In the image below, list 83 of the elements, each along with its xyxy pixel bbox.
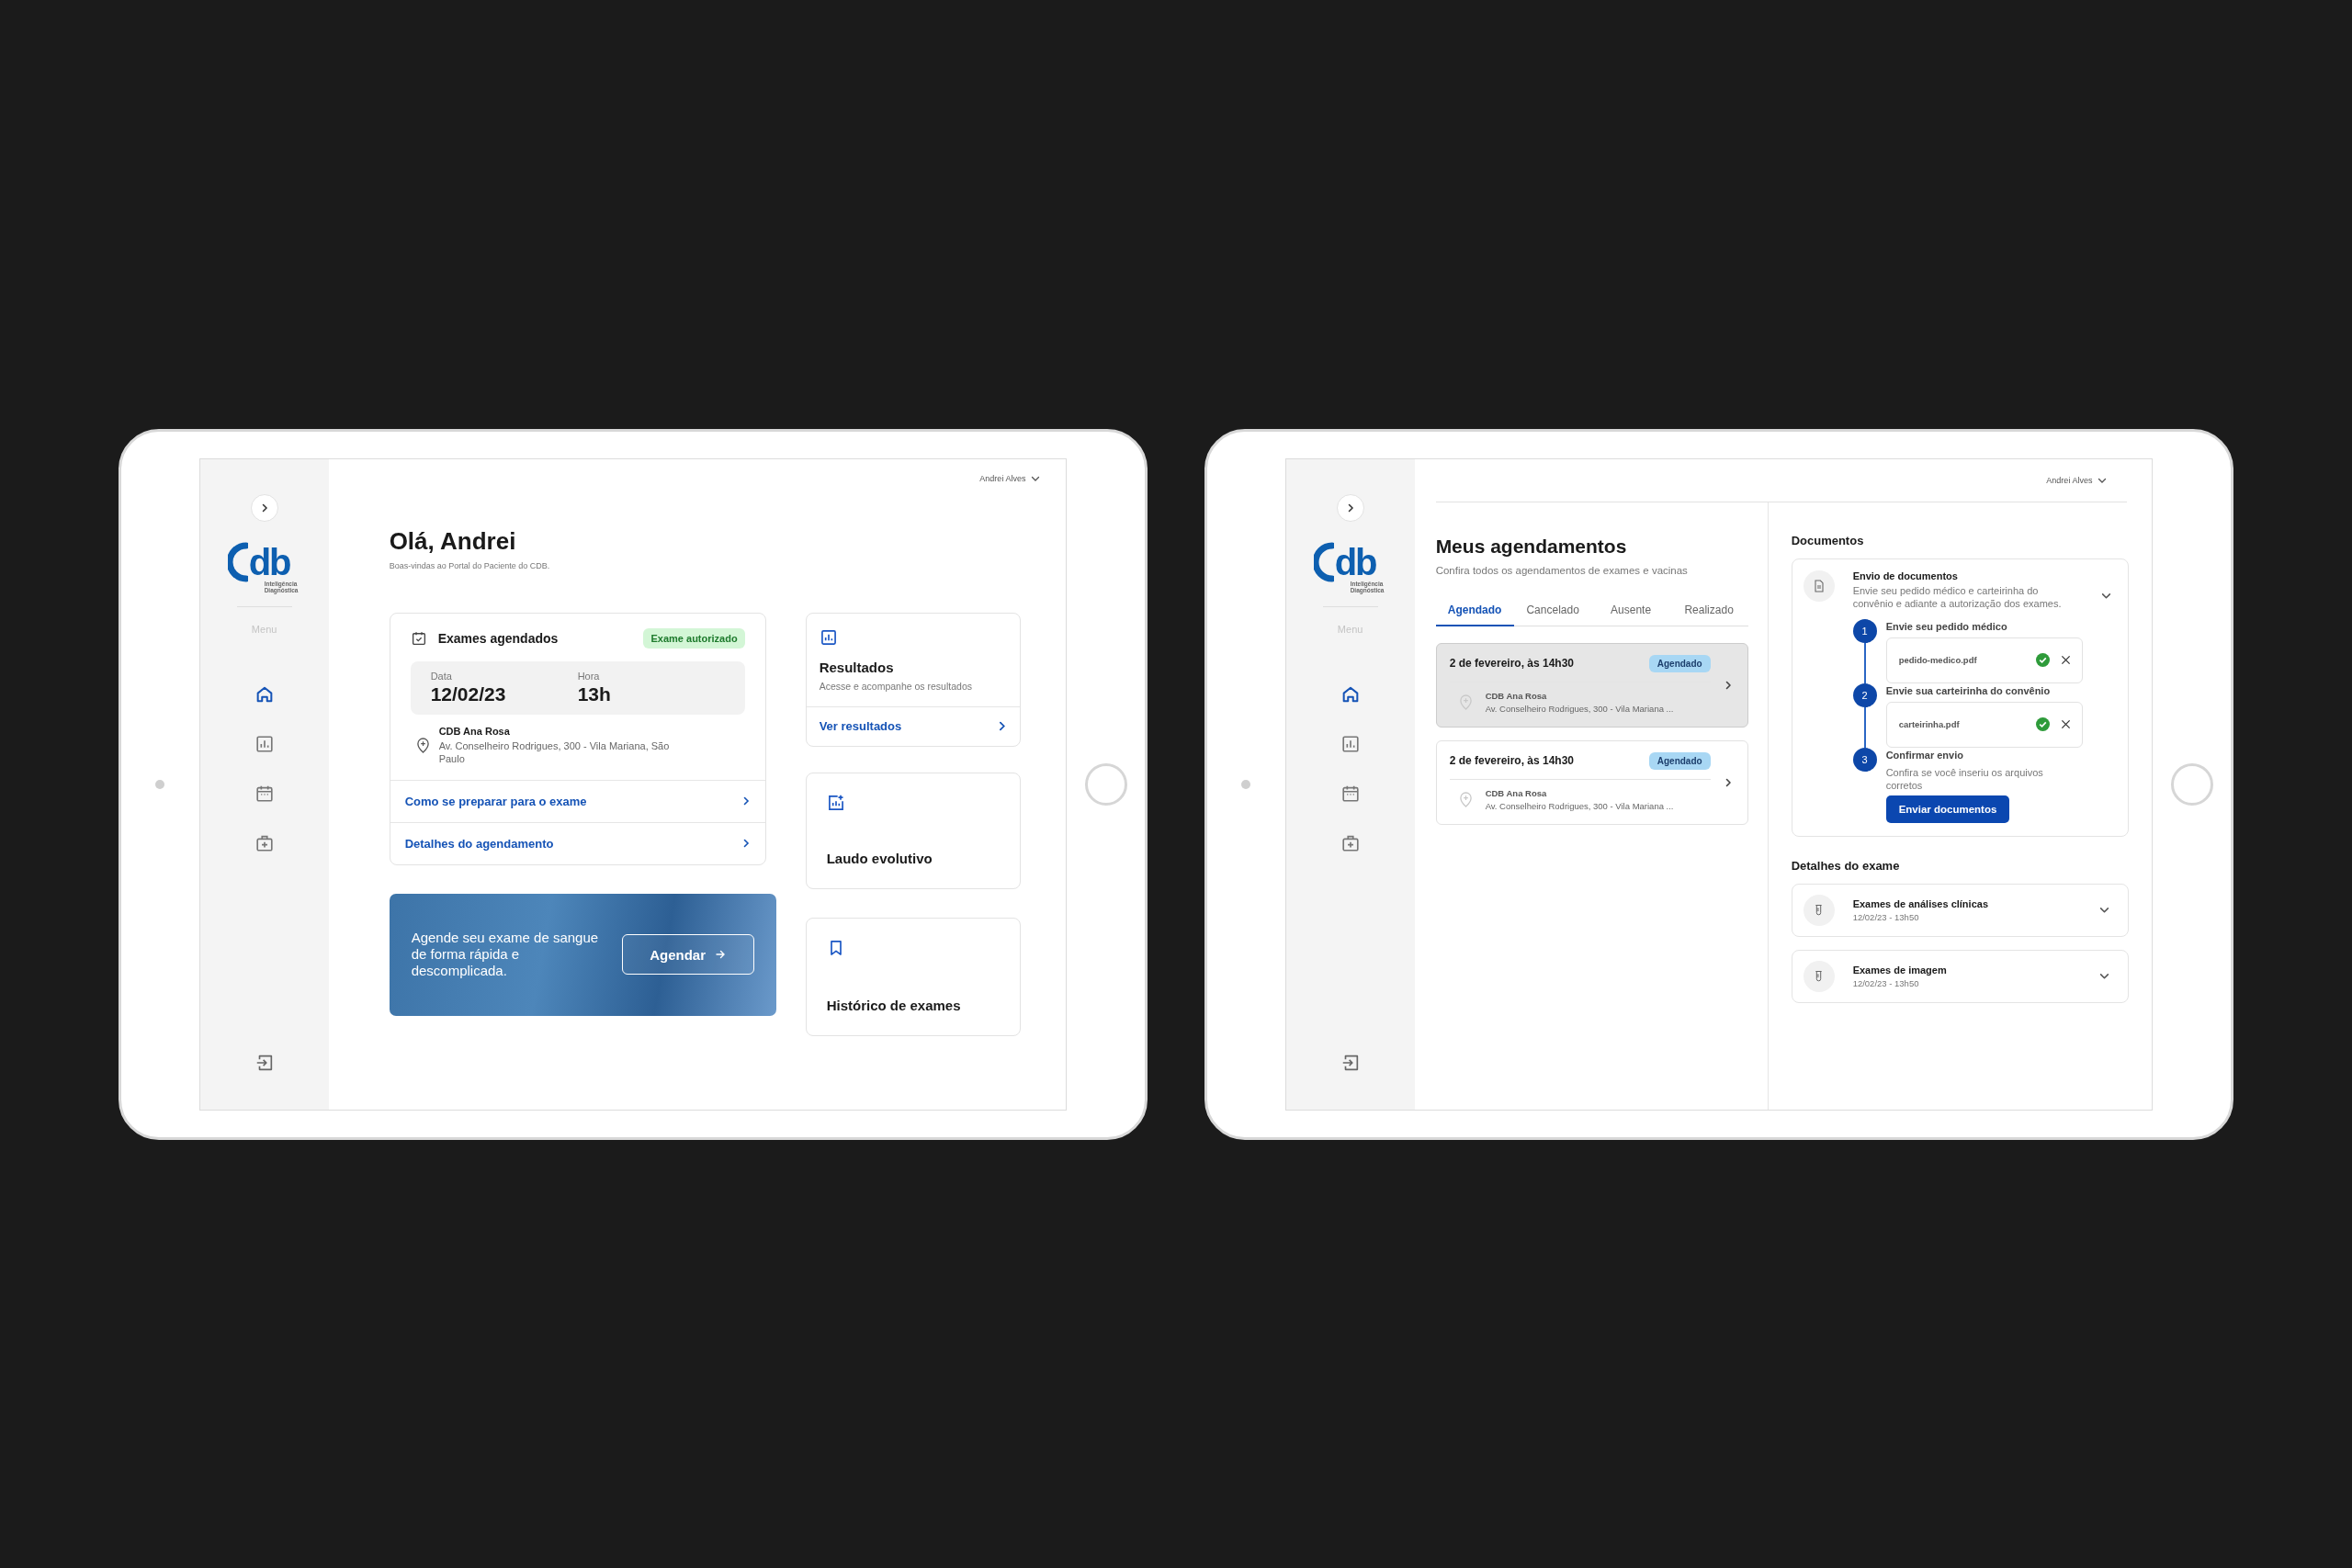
step-number: 2 bbox=[1852, 682, 1877, 707]
location-pin-icon bbox=[415, 737, 430, 753]
appointment-date: 2 de fevereiro, às 14h30 bbox=[1449, 754, 1575, 767]
chevron-down-icon bbox=[2099, 905, 2110, 915]
bar-chart-icon bbox=[1340, 733, 1361, 754]
view-results-link[interactable]: Ver resultados bbox=[806, 705, 1020, 746]
clinic-address: Av. Conselheiro Rodrigues, 300 - Vila Mariana ... bbox=[1485, 800, 1674, 811]
time-label: Hora bbox=[577, 670, 601, 682]
status-tab[interactable]: Ausente bbox=[1591, 595, 1670, 626]
date-label: Data bbox=[430, 670, 453, 682]
clinic-address: Av. Conselheiro Rodrigues, 300 - Vila Mariana, São Paulo bbox=[438, 739, 671, 765]
step-number: 3 bbox=[1852, 747, 1877, 772]
file-name: pedido-medico.pdf bbox=[1898, 655, 1978, 665]
step-description: Confira se você inseriu os arquivos corretos bbox=[1885, 765, 2044, 792]
status-badge: Agendado bbox=[1648, 751, 1711, 770]
chevron-down-icon bbox=[2099, 971, 2110, 981]
card-description: Envie seu pedido médico e carteirinha do convênio e adiante a autorização dos exames. bbox=[1852, 583, 2063, 610]
step-title: Envie sua carteirinha do convênio bbox=[1885, 684, 2052, 696]
step-number: 1 bbox=[1852, 618, 1877, 643]
appointment-date: 2 de fevereiro, às 14h30 bbox=[1449, 657, 1575, 670]
logo-icon bbox=[227, 541, 248, 582]
shortcut-card[interactable]: Laudo evolutivo bbox=[805, 772, 1021, 889]
status-badge: Agendado bbox=[1648, 654, 1711, 672]
page-subtitle: Confira todos os agendamentos de exames e vacinas bbox=[1435, 564, 1689, 576]
test-tube-icon bbox=[1803, 894, 1835, 926]
user-menu[interactable]: Andrei Alves bbox=[979, 471, 1041, 485]
section-heading: Detalhes do exame bbox=[1791, 858, 1901, 873]
status-tab[interactable]: Realizado bbox=[1669, 595, 1748, 626]
camera-dot bbox=[155, 779, 165, 789]
file-name: carteirinha.pdf bbox=[1898, 719, 1961, 729]
exam-time: 12/02/23 - 13h50 bbox=[1852, 977, 1920, 988]
card-description: Acesse e acompanhe os resultados bbox=[819, 680, 973, 692]
bar-chart-icon bbox=[254, 733, 275, 754]
exam-title: Exames de imagem bbox=[1852, 964, 1948, 976]
test-tube-icon bbox=[1803, 960, 1835, 992]
arrow-right-icon bbox=[715, 949, 726, 960]
clinic-name: CDB Ana Rosa bbox=[438, 725, 511, 737]
clinic-name: CDB Ana Rosa bbox=[1485, 787, 1548, 798]
status-tab[interactable]: Agendado bbox=[1435, 595, 1514, 626]
clinic-address: Av. Conselheiro Rodrigues, 300 - Vila Mariana ... bbox=[1485, 703, 1674, 714]
step-line bbox=[1863, 642, 1866, 683]
exam-accordion-item[interactable]: Exames de análises clínicas 12/02/23 - 13h50 bbox=[1791, 883, 2130, 937]
card-title: Resultados bbox=[819, 659, 895, 675]
chart-plus-icon bbox=[826, 793, 845, 812]
page-title: Meus agendamentos bbox=[1435, 535, 1628, 558]
card-title: Exames agendados bbox=[437, 630, 560, 646]
section-heading: Documentos bbox=[1791, 533, 1865, 547]
banner-text: Agende seu exame de sangue de forma rápida e descomplicada. bbox=[411, 930, 600, 979]
expand-sidebar-button[interactable] bbox=[250, 493, 278, 522]
card-title: Envio de documentos bbox=[1852, 570, 1959, 581]
welcome-text: Boas-vindas ao Portal do Paciente do CDB. bbox=[389, 560, 551, 570]
logo-text: db bbox=[1334, 543, 1376, 581]
camera-dot bbox=[1241, 779, 1251, 789]
appointment-card[interactable]: 2 de fevereiro, às 14h30 Agendado CDB Ana Rosa Av. Conselheiro Rodrigues, 300 - Vila Mariana ... bbox=[1435, 642, 1748, 728]
calendar-check-icon bbox=[410, 629, 427, 647]
exam-time: 12/02/23 - 13h50 bbox=[1852, 911, 1920, 922]
appointment-card[interactable]: 2 de fevereiro, às 14h30 Agendado CDB Ana Rosa Av. Conselheiro Rodrigues, 300 - Vila Mariana ... bbox=[1435, 739, 1748, 825]
step-title: Envie seu pedido médico bbox=[1885, 620, 2008, 632]
exam-title: Exames de análises clínicas bbox=[1852, 897, 1989, 909]
exam-accordion-item[interactable]: Exames de imagem 12/02/23 - 13h50 bbox=[1791, 949, 2130, 1003]
date-value: 12/02/23 bbox=[430, 682, 507, 705]
location-pin-icon bbox=[1458, 694, 1473, 710]
close-icon bbox=[2061, 655, 2072, 665]
close-icon bbox=[2061, 719, 2072, 729]
card-link[interactable]: Detalhes do agendamento bbox=[390, 821, 765, 864]
logo-icon bbox=[1313, 541, 1334, 582]
greeting: Olá, Andrei bbox=[389, 526, 517, 556]
step-title: Confirmar envio bbox=[1885, 749, 1964, 761]
user-menu[interactable]: Andrei Alves bbox=[2046, 473, 2108, 487]
clinic-name: CDB Ana Rosa bbox=[1485, 690, 1548, 701]
schedule-button[interactable]: Agendar bbox=[621, 934, 754, 975]
document-icon bbox=[1803, 570, 1835, 602]
location-pin-icon bbox=[1458, 791, 1473, 807]
status-badge: Exame autorizado bbox=[643, 627, 745, 649]
card-link[interactable]: Como se preparar para o exame bbox=[390, 779, 765, 822]
shortcut-card[interactable]: Histórico de exames bbox=[805, 917, 1021, 1036]
step-line bbox=[1863, 706, 1866, 748]
status-tab[interactable]: Cancelado bbox=[1513, 595, 1592, 626]
logo-text: db bbox=[248, 543, 290, 581]
bar-chart-icon bbox=[819, 627, 838, 647]
send-documents-button[interactable]: Enviar documentos bbox=[1885, 795, 2010, 823]
time-value: 13h bbox=[577, 682, 612, 705]
expand-sidebar-button[interactable] bbox=[1336, 493, 1364, 522]
